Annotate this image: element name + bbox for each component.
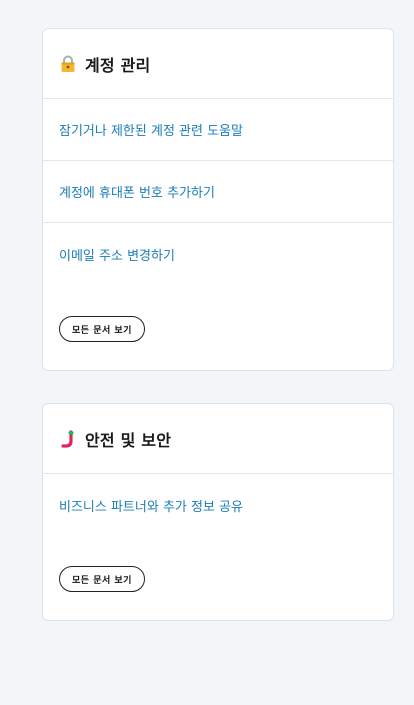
- list-item: 잠기거나 제한된 계정 관련 도움말: [43, 99, 393, 161]
- safety-icon: [59, 429, 77, 448]
- card-header: 계정 관리: [43, 29, 393, 99]
- view-all-articles-button[interactable]: 모든 문서 보기: [59, 316, 145, 342]
- list-item: 비즈니스 파트너와 추가 정보 공유: [43, 474, 393, 536]
- card-title: 안전 및 보안: [85, 430, 172, 450]
- card-title: 계정 관리: [85, 55, 151, 75]
- view-all-articles-button[interactable]: 모든 문서 보기: [59, 566, 145, 592]
- help-link-change-email[interactable]: 이메일 주소 변경하기: [59, 245, 175, 264]
- card-header: 안전 및 보안: [43, 404, 393, 474]
- help-link-add-phone[interactable]: 계정에 휴대폰 번호 추가하기: [59, 182, 215, 201]
- list-item: 이메일 주소 변경하기: [43, 223, 393, 285]
- help-link-locked-account[interactable]: 잠기거나 제한된 계정 관련 도움말: [59, 120, 243, 139]
- list-item: 계정에 휴대폰 번호 추가하기: [43, 161, 393, 223]
- account-management-card: 계정 관리 잠기거나 제한된 계정 관련 도움말 계정에 휴대폰 번호 추가하기…: [42, 28, 394, 371]
- lock-icon: [59, 55, 77, 73]
- help-link-share-info-partners[interactable]: 비즈니스 파트너와 추가 정보 공유: [59, 496, 243, 515]
- safety-security-card: 안전 및 보안 비즈니스 파트너와 추가 정보 공유 모든 문서 보기: [42, 403, 394, 621]
